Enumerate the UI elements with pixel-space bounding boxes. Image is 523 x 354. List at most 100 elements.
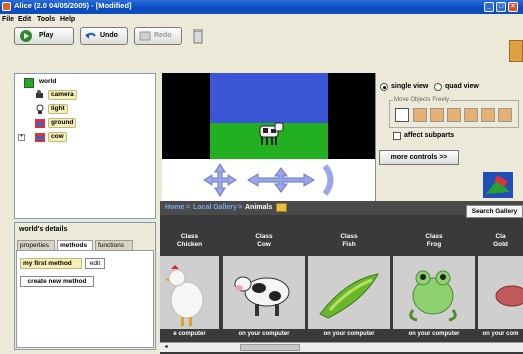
method-item-my-first-method[interactable]: my first method: [20, 258, 82, 269]
close-button[interactable]: ×: [508, 2, 518, 12]
card-footer: on your computer: [223, 329, 305, 340]
tree-node-label: camera: [48, 90, 77, 100]
alice-app-icon: [2, 2, 11, 11]
camera-icon: [35, 90, 45, 100]
tab-properties[interactable]: properties: [17, 240, 55, 250]
menu-file[interactable]: File: [2, 16, 14, 23]
tree-node-camera[interactable]: camera: [35, 90, 95, 100]
create-new-method-button[interactable]: create new method: [20, 276, 94, 287]
details-title: world's details: [19, 226, 68, 233]
redo-icon: [139, 31, 151, 41]
gallery-scrollbar[interactable]: ◂: [160, 342, 523, 352]
gallery-card-chicken[interactable]: Class Chicken e computer: [160, 230, 219, 340]
undo-icon: [85, 32, 96, 39]
cow-gallery-model: [234, 276, 290, 316]
expand-icon[interactable]: +: [18, 134, 25, 141]
breadcrumb-local-gallery[interactable]: Local Gallery: [193, 204, 237, 211]
resize-mode-icon[interactable]: [498, 108, 512, 122]
object-tree: world camera light ground cow +: [14, 73, 156, 219]
undo-label: Undo: [100, 32, 118, 39]
menu-tools[interactable]: Tools: [37, 16, 55, 23]
card-name: Frog: [426, 241, 442, 248]
card-name: Gold: [493, 241, 508, 248]
tab-functions[interactable]: functions: [95, 240, 133, 250]
card-name: Fish: [342, 241, 356, 248]
goldfish-model: [495, 285, 523, 307]
light-icon: [35, 104, 45, 114]
single-view-label: single view: [391, 83, 429, 90]
affect-subparts-checkbox[interactable]: [393, 132, 401, 140]
move-mode-icon[interactable]: [413, 108, 427, 122]
menu-edit[interactable]: Edit: [18, 16, 31, 23]
maximize-button[interactable]: □: [496, 2, 506, 12]
camera-tilt-icon[interactable]: [320, 164, 340, 196]
frog-model: [409, 270, 457, 322]
edit-method-button[interactable]: edit: [85, 258, 105, 269]
card-class-label: Cla: [495, 233, 506, 240]
card-footer: e computer: [160, 329, 219, 340]
cow-icon: [35, 132, 45, 142]
tree-node-label: light: [48, 104, 68, 114]
gallery-card-fish[interactable]: Class Fish on your computer: [308, 230, 390, 340]
redo-label: Redo: [154, 32, 172, 39]
breadcrumb-separator-icon: >: [186, 204, 191, 211]
affect-subparts-label: affect subparts: [404, 132, 455, 139]
breadcrumb-animals: Animals: [245, 204, 273, 211]
world-icon: [24, 78, 34, 88]
menu-help[interactable]: Help: [60, 16, 75, 23]
tree-node-label: cow: [48, 132, 67, 142]
move-objects-label: Move Objects Freely: [393, 97, 451, 103]
rotate-mode-icon[interactable]: [464, 108, 478, 122]
scrollbar-thumb[interactable]: [240, 344, 300, 351]
single-view-radio[interactable]: [380, 83, 388, 91]
minimize-button[interactable]: _: [484, 2, 494, 12]
tumble-mode-icon[interactable]: [481, 108, 495, 122]
corner-box-icon: [509, 40, 523, 62]
play-label: Play: [39, 32, 54, 39]
title-bar[interactable]: Alice (2.0 04/05/2005) - [Modified] _ □ …: [0, 0, 523, 14]
drop-dummy-icon[interactable]: [483, 172, 513, 198]
card-footer: on your com: [478, 329, 523, 340]
breadcrumb-home[interactable]: Home: [165, 204, 184, 211]
card-class-label: Class: [180, 233, 199, 240]
pointer-mode-icon[interactable]: [395, 108, 409, 122]
card-class-label: Class: [340, 233, 358, 240]
gallery-card-cow[interactable]: Class Cow on your computer: [223, 230, 305, 340]
window-title: Alice (2.0 04/05/2005) - [Modified]: [14, 1, 132, 10]
more-controls-button[interactable]: more controls >>: [379, 150, 459, 165]
card-class-label: Class: [425, 233, 443, 240]
card-footer: on your computer: [393, 329, 475, 340]
menu-bar: File Edit Tools Help: [0, 14, 523, 26]
fish-model: [319, 273, 379, 319]
trash-icon[interactable]: [193, 28, 203, 44]
play-icon: [20, 30, 32, 42]
cow-model[interactable]: [255, 122, 285, 148]
tree-node-ground[interactable]: ground: [35, 118, 95, 128]
undo-button[interactable]: Undo: [80, 27, 128, 45]
card-footer: on your computer: [308, 329, 390, 340]
chicken-model: [165, 265, 204, 326]
turn-mode-icon[interactable]: [447, 108, 461, 122]
redo-button[interactable]: Redo: [134, 27, 182, 45]
scroll-left-icon[interactable]: ◂: [162, 344, 170, 351]
breadcrumb-separator-icon: >: [238, 204, 243, 211]
toolbar: [0, 26, 523, 72]
folder-up-icon[interactable]: [276, 203, 287, 212]
tree-node-cow[interactable]: cow: [35, 132, 95, 142]
play-button[interactable]: Play: [14, 27, 74, 45]
ground-icon: [35, 118, 45, 128]
search-gallery-button[interactable]: Search Gallery: [466, 205, 523, 218]
gallery-card-goldfish[interactable]: Cla Gold on your com: [478, 230, 523, 340]
tab-methods[interactable]: methods: [57, 240, 93, 250]
tree-node-world[interactable]: world: [24, 78, 84, 88]
camera-pan-arrows-icon[interactable]: [246, 166, 316, 194]
camera-move-arrows-icon[interactable]: [200, 162, 240, 198]
tree-node-light[interactable]: light: [35, 104, 95, 114]
quad-view-label: quad view: [445, 83, 479, 90]
up-down-mode-icon[interactable]: [430, 108, 444, 122]
quad-view-radio[interactable]: [434, 83, 442, 91]
card-name: Chicken: [176, 241, 203, 248]
tree-node-label: world: [37, 78, 59, 86]
tree-node-label: ground: [48, 118, 77, 128]
gallery-card-frog[interactable]: Class Frog on your computer: [393, 230, 475, 340]
